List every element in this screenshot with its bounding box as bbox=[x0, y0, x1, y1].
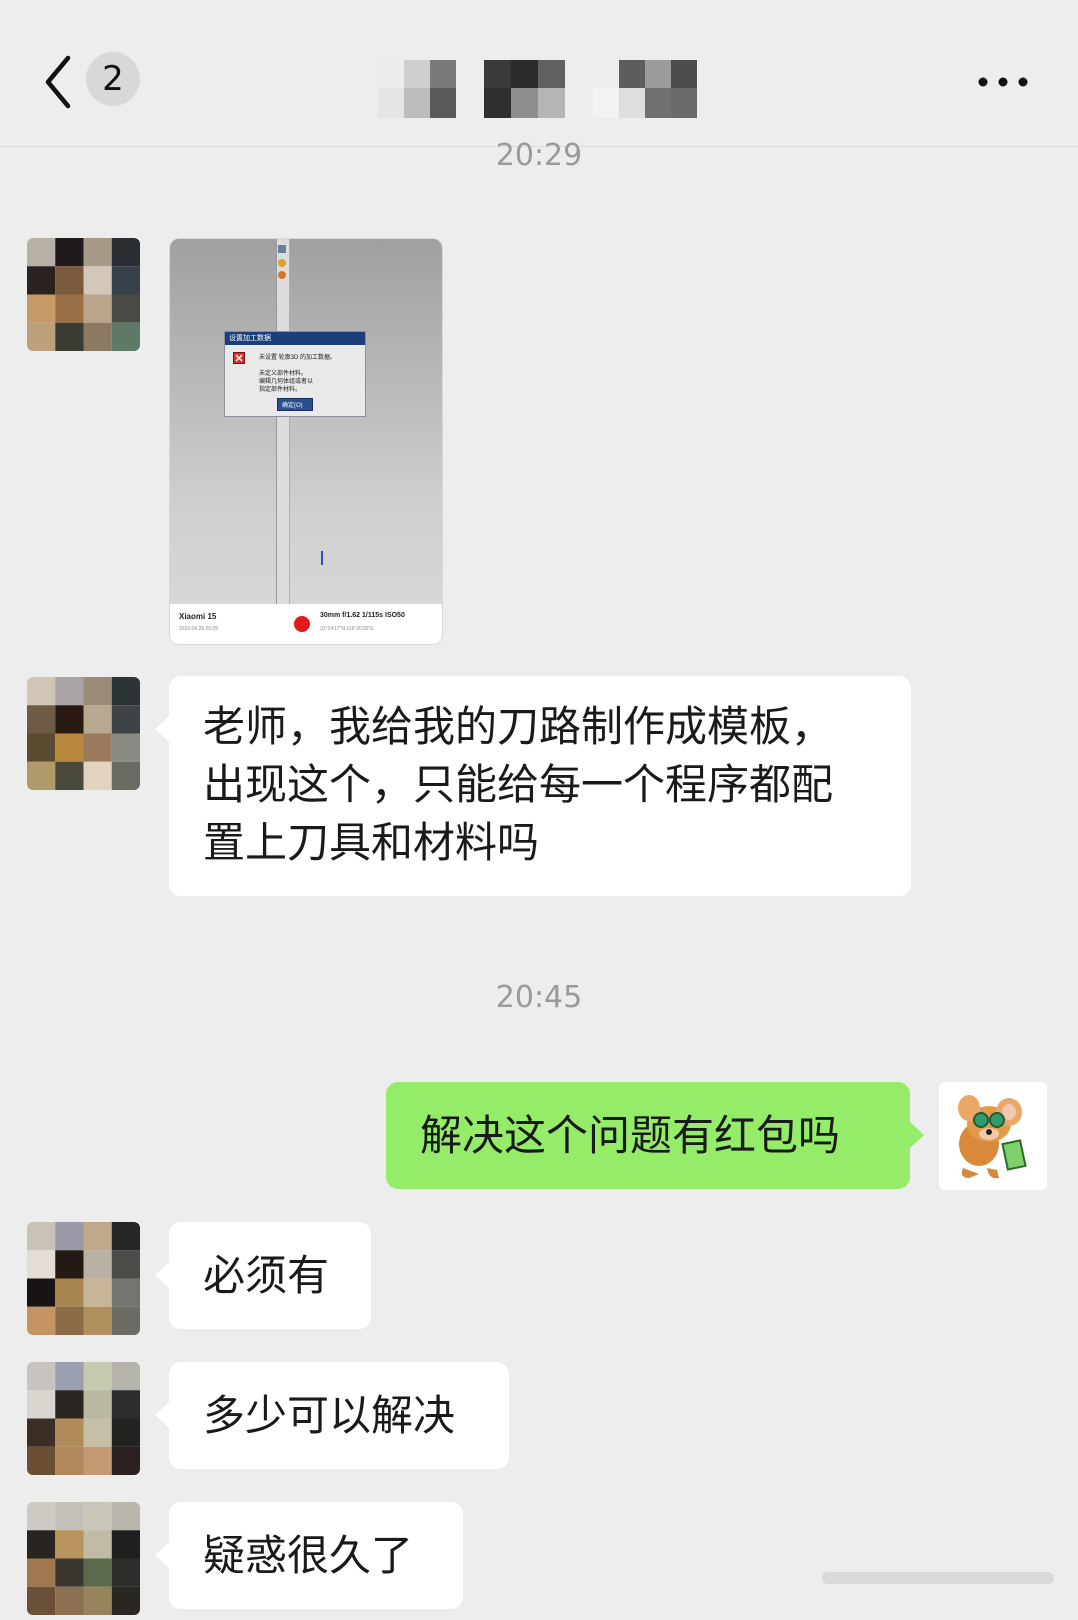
camera-date: 2026.04.29 20:29 bbox=[179, 626, 218, 632]
screen-photo: 设置加工数据 未设置 轮廓3D 的加工数据。 未定义部件材料。 编辑几何体组或者… bbox=[170, 239, 442, 604]
my-avatar[interactable] bbox=[939, 1082, 1047, 1190]
dialog-ok-button: 确定(O) bbox=[277, 398, 313, 411]
avatar[interactable] bbox=[27, 238, 140, 351]
toolbar-strip bbox=[276, 239, 290, 604]
message-text: 解决这个问题有红包吗 bbox=[420, 1111, 841, 1160]
error-icon bbox=[233, 352, 245, 364]
chat-header: 2 bbox=[0, 0, 1078, 147]
message-text: 必须有 bbox=[203, 1251, 330, 1300]
dialog-line: 未设置 轮廓3D 的加工数据。 bbox=[259, 355, 337, 361]
message-text: 疑惑很久了 bbox=[203, 1531, 414, 1580]
timestamp: 20:29 bbox=[495, 138, 583, 173]
chevron-left-icon[interactable] bbox=[38, 52, 82, 112]
timestamp: 20:45 bbox=[495, 980, 583, 1015]
message-text: 多少可以解决 bbox=[203, 1391, 456, 1440]
camera-coords: 31°24'17"N 116°20'30"E bbox=[320, 626, 374, 632]
ellipsis-icon[interactable] bbox=[975, 70, 1031, 94]
camera-specs: 30mm f/1.62 1/115s ISO50 bbox=[320, 612, 405, 619]
camera-brand: Xiaomi 15 bbox=[179, 612, 217, 621]
message-text: 老师，我给我的刀路制作成模板， 出现这个，只能给每一个程序都配 置上刀具和材料吗 bbox=[203, 702, 834, 867]
dialog-titlebar: 设置加工数据 bbox=[225, 332, 365, 345]
avatar[interactable] bbox=[27, 1222, 140, 1335]
axis-mark bbox=[321, 551, 323, 565]
avatar[interactable] bbox=[27, 677, 140, 790]
home-indicator bbox=[822, 1572, 1054, 1584]
camera-watermark: Xiaomi 15 2026.04.29 20:29 30mm f/1.62 1… bbox=[170, 604, 442, 644]
toolbar-icon bbox=[278, 245, 286, 253]
leica-logo-icon bbox=[294, 616, 310, 632]
chat-bubble-incoming[interactable]: 多少可以解决 bbox=[155, 1362, 509, 1469]
chat-bubble-incoming[interactable]: 老师，我给我的刀路制作成模板， 出现这个，只能给每一个程序都配 置上刀具和材料吗 bbox=[155, 676, 911, 896]
chat-bubble-outgoing[interactable]: 解决这个问题有红包吗 bbox=[386, 1082, 924, 1189]
toolbar-icon bbox=[278, 259, 286, 267]
unread-count-badge[interactable]: 2 bbox=[86, 52, 140, 106]
error-dialog: 设置加工数据 未设置 轮廓3D 的加工数据。 未定义部件材料。 编辑几何体组或者… bbox=[224, 331, 366, 417]
avatar[interactable] bbox=[27, 1362, 140, 1475]
avatar[interactable] bbox=[27, 1502, 140, 1615]
dialog-line: 指定部件材料。 bbox=[259, 387, 302, 393]
toolbar-icon bbox=[278, 271, 286, 279]
dialog-title: 设置加工数据 bbox=[229, 335, 271, 342]
chat-bubble-incoming[interactable]: 疑惑很久了 bbox=[155, 1502, 463, 1609]
chat-bubble-incoming[interactable]: 必须有 bbox=[155, 1222, 371, 1329]
image-message[interactable]: 设置加工数据 未设置 轮廓3D 的加工数据。 未定义部件材料。 编辑几何体组或者… bbox=[169, 238, 443, 645]
chat-title-mosaic bbox=[378, 60, 697, 118]
